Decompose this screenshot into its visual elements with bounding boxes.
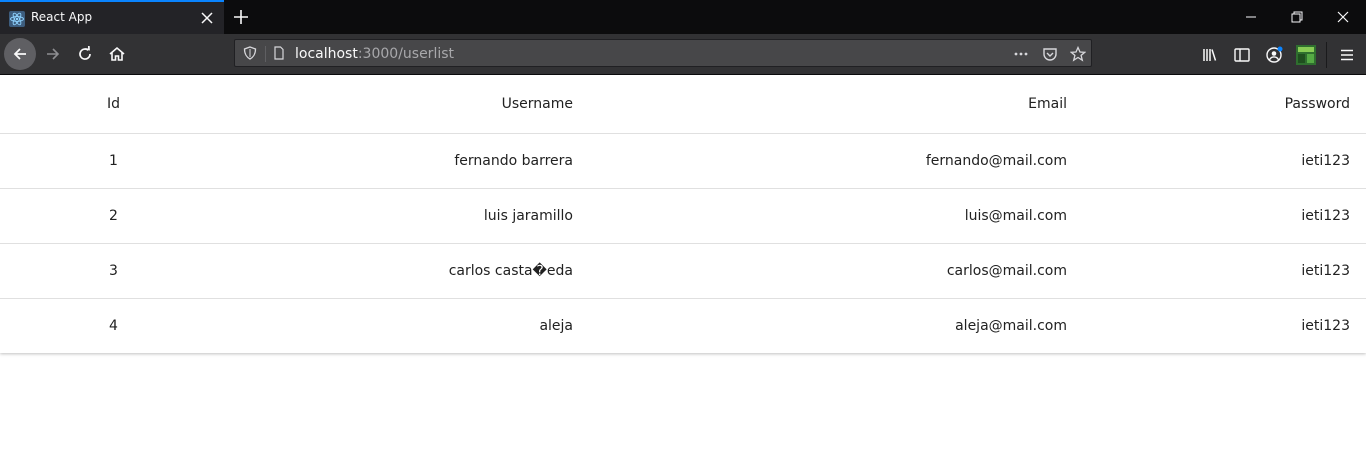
column-header-password[interactable]: Password	[1068, 75, 1366, 134]
cell-id: 4	[109, 318, 118, 334]
forward-button[interactable]	[37, 38, 69, 70]
table-row[interactable]: 3 carlos casta�eda carlos@mail.com ieti1…	[0, 243, 1366, 299]
minimize-button[interactable]	[1228, 0, 1274, 34]
page-icon[interactable]	[272, 46, 286, 60]
toolbar-divider	[1326, 42, 1327, 68]
column-header-email[interactable]: Email	[574, 75, 1068, 134]
account-icon[interactable]	[1265, 46, 1283, 64]
page-content: Id Username Email Password 1 fernando ba…	[0, 75, 1366, 353]
cell-id: 1	[0, 133, 227, 189]
cell-id: 3	[0, 243, 227, 299]
tab-strip: React App	[0, 0, 1366, 34]
sidebar-icon[interactable]	[1233, 46, 1251, 64]
user-table: Id Username Email Password 1 fernando ba…	[0, 75, 1366, 353]
home-icon	[109, 46, 125, 61]
restore-icon	[1291, 11, 1303, 23]
cell-password: ieti123	[1068, 133, 1366, 189]
table-row[interactable]: 4 aleja aleja@mail.com ieti123	[0, 299, 1366, 354]
cell-username: fernando barrera	[227, 133, 574, 189]
forward-icon	[47, 48, 60, 60]
close-icon	[1337, 11, 1349, 23]
cell-username: luis jaramillo	[227, 188, 574, 244]
more-icon[interactable]	[1013, 46, 1029, 62]
url-bar[interactable]: localhost:3000/userlist	[234, 39, 1092, 67]
header-row: Id Username Email Password	[0, 75, 1366, 134]
navigation-bar: localhost:3000/userlist	[0, 34, 1366, 75]
close-tab-icon[interactable]	[200, 11, 214, 25]
cell-email: luis@mail.com	[574, 188, 1068, 244]
cell-email: carlos@mail.com	[574, 243, 1068, 299]
tab-title: React App	[31, 10, 93, 24]
url-host: localhost	[295, 46, 358, 62]
cell-username: carlos casta�eda	[227, 243, 574, 299]
back-icon	[13, 48, 26, 60]
column-header-id[interactable]: Id	[0, 75, 227, 134]
column-header-username[interactable]: Username	[227, 75, 574, 134]
reload-button[interactable]	[69, 38, 101, 70]
table-row[interactable]: 1 fernando barrera fernando@mail.com iet…	[0, 133, 1366, 189]
url-separator	[265, 46, 266, 62]
react-atom-icon	[9, 11, 25, 27]
cell-email: aleja@mail.com	[955, 318, 1067, 334]
menu-icon[interactable]	[1338, 46, 1356, 64]
new-tab-icon[interactable]	[232, 8, 250, 26]
extension-icon[interactable]	[1296, 45, 1316, 65]
table-header: Id Username Email Password	[0, 75, 1366, 134]
cell-email: fernando@mail.com	[574, 133, 1068, 189]
url-text[interactable]: localhost:3000/userlist	[295, 46, 454, 62]
back-button[interactable]	[4, 38, 36, 70]
pocket-icon[interactable]	[1042, 46, 1058, 62]
restore-button[interactable]	[1274, 0, 1320, 34]
minimize-icon	[1246, 16, 1256, 18]
cell-password: ieti123	[1301, 318, 1350, 334]
table-body: 1 fernando barrera fernando@mail.com iet…	[0, 133, 1366, 354]
cell-password: ieti123	[1068, 243, 1366, 299]
bookmark-star-icon[interactable]	[1070, 46, 1086, 62]
tab-react-app[interactable]: React App	[0, 0, 224, 34]
library-icon[interactable]	[1201, 46, 1219, 64]
reload-icon	[79, 45, 91, 60]
cell-password: ieti123	[1068, 188, 1366, 244]
url-path: :3000/userlist	[357, 46, 455, 62]
table-row[interactable]: 2 luis jaramillo luis@mail.com ieti123	[0, 188, 1366, 244]
close-window-button[interactable]	[1320, 0, 1366, 34]
cell-id: 2	[0, 188, 227, 244]
shield-icon[interactable]	[243, 46, 257, 60]
home-button[interactable]	[101, 38, 133, 70]
cell-username: aleja	[539, 318, 573, 334]
